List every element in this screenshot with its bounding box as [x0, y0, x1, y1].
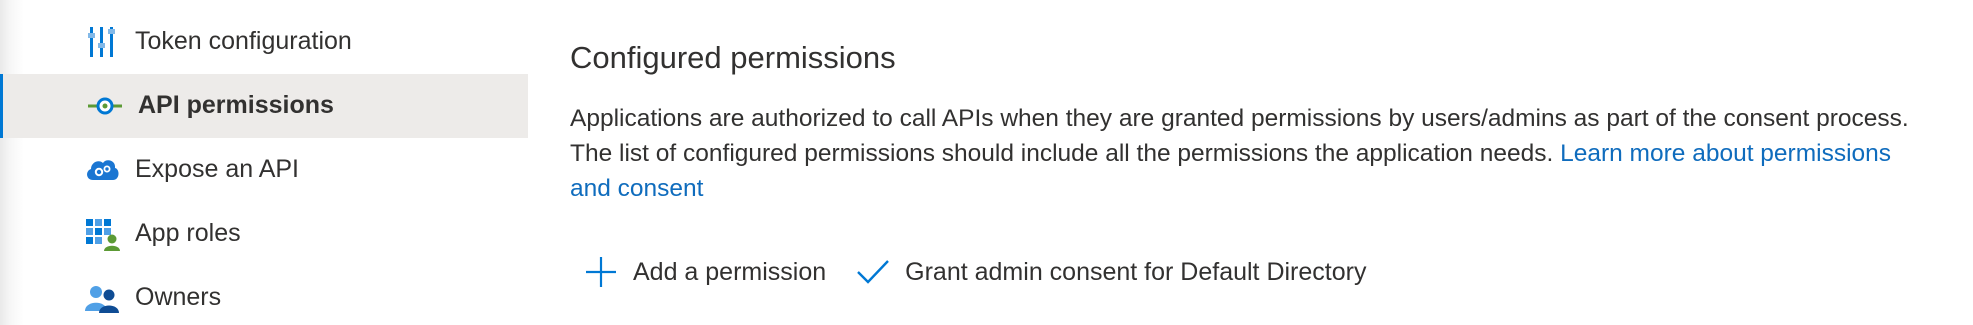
permissions-description: Applications are authorized to call APIs… — [570, 101, 1930, 206]
page-title: Configured permissions — [570, 40, 896, 75]
checkmark-icon — [856, 255, 890, 289]
app-window: Token configuration API permissions Expo… — [0, 0, 1973, 325]
add-permission-label: Add a permission — [633, 257, 827, 286]
plus-icon — [584, 255, 618, 289]
command-bar: Add a permission Grant admin consent for… — [584, 252, 1366, 292]
add-permission-button[interactable]: Add a permission — [584, 252, 826, 292]
main-content: Configured permissions Applications are … — [570, 0, 1950, 325]
sidebar: Token configuration API permissions Expo… — [0, 0, 528, 325]
owners-icon — [84, 281, 120, 315]
expose-api-cloud-icon — [84, 153, 120, 187]
sidebar-item-label: Expose an API — [135, 154, 300, 183]
sidebar-item-label: API permissions — [138, 90, 334, 119]
token-configuration-icon — [84, 25, 120, 59]
sidebar-item-owners[interactable]: Owners — [0, 266, 528, 325]
grant-admin-consent-button[interactable]: Grant admin consent for Default Director… — [856, 252, 1366, 292]
sidebar-item-expose-an-api[interactable]: Expose an API — [0, 138, 528, 202]
sidebar-item-label: App roles — [135, 218, 241, 247]
grant-admin-consent-label: Grant admin consent for Default Director… — [905, 257, 1367, 286]
sidebar-item-api-permissions[interactable]: API permissions — [0, 74, 528, 138]
sidebar-item-label: Token configuration — [135, 26, 352, 55]
sidebar-item-label: Owners — [135, 282, 222, 311]
sidebar-item-app-roles[interactable]: App roles — [0, 202, 528, 266]
sidebar-item-token-configuration[interactable]: Token configuration — [0, 10, 528, 74]
api-permissions-icon — [87, 89, 123, 123]
app-roles-icon — [84, 217, 120, 251]
